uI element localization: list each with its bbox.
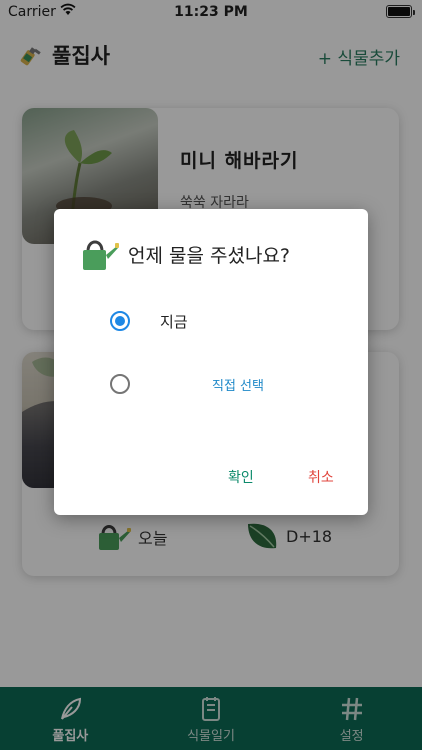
dialog-title: 언제 물을 주셨나요? [128, 245, 291, 267]
radio-now[interactable] [110, 311, 130, 331]
pick-date-link[interactable]: 직접 선택 [212, 375, 264, 394]
option-pick[interactable]: 직접 선택 [110, 369, 350, 399]
confirm-button[interactable]: 확인 [228, 467, 254, 487]
option-now[interactable]: 지금 [110, 306, 350, 336]
radio-pick[interactable] [110, 374, 130, 394]
watering-time-dialog: 언제 물을 주셨나요? 지금 직접 선택 확인 취소 [54, 209, 368, 515]
cancel-button[interactable]: 취소 [308, 467, 334, 487]
option-now-label: 지금 [160, 312, 188, 331]
watering-can-icon [83, 240, 119, 270]
